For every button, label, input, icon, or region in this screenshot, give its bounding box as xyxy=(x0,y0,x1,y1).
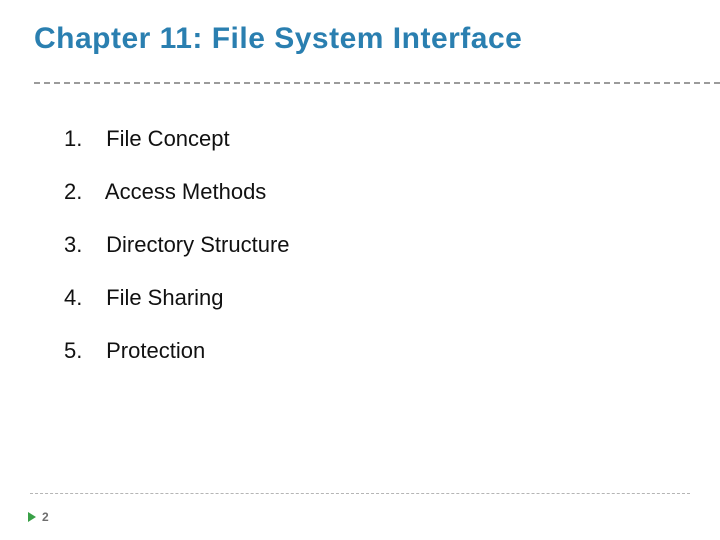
slide: Chapter 11: File System Interface 1. Fil… xyxy=(0,0,720,540)
item-number: 3. xyxy=(64,232,100,258)
item-text: Protection xyxy=(106,338,205,363)
list-item: 4. File Sharing xyxy=(64,285,680,311)
item-text: Directory Structure xyxy=(106,232,289,257)
item-text: File Sharing xyxy=(106,285,223,310)
item-number: 5. xyxy=(64,338,100,364)
triangle-right-icon xyxy=(28,512,36,522)
list-item: 5. Protection xyxy=(64,338,680,364)
topic-list: 1. File Concept 2. Access Methods 3. Dir… xyxy=(64,126,680,391)
item-text: File Concept xyxy=(106,126,230,151)
page-indicator: 2 xyxy=(28,510,49,524)
list-item: 3. Directory Structure xyxy=(64,232,680,258)
item-text: Access Methods xyxy=(105,179,266,204)
item-number: 1. xyxy=(64,126,100,152)
title-divider xyxy=(34,82,720,84)
slide-title: Chapter 11: File System Interface xyxy=(34,22,522,56)
list-item: 2. Access Methods xyxy=(64,179,680,205)
item-number: 2. xyxy=(64,179,100,205)
page-number: 2 xyxy=(42,510,49,524)
list-item: 1. File Concept xyxy=(64,126,680,152)
footer-divider xyxy=(30,493,690,494)
item-number: 4. xyxy=(64,285,100,311)
